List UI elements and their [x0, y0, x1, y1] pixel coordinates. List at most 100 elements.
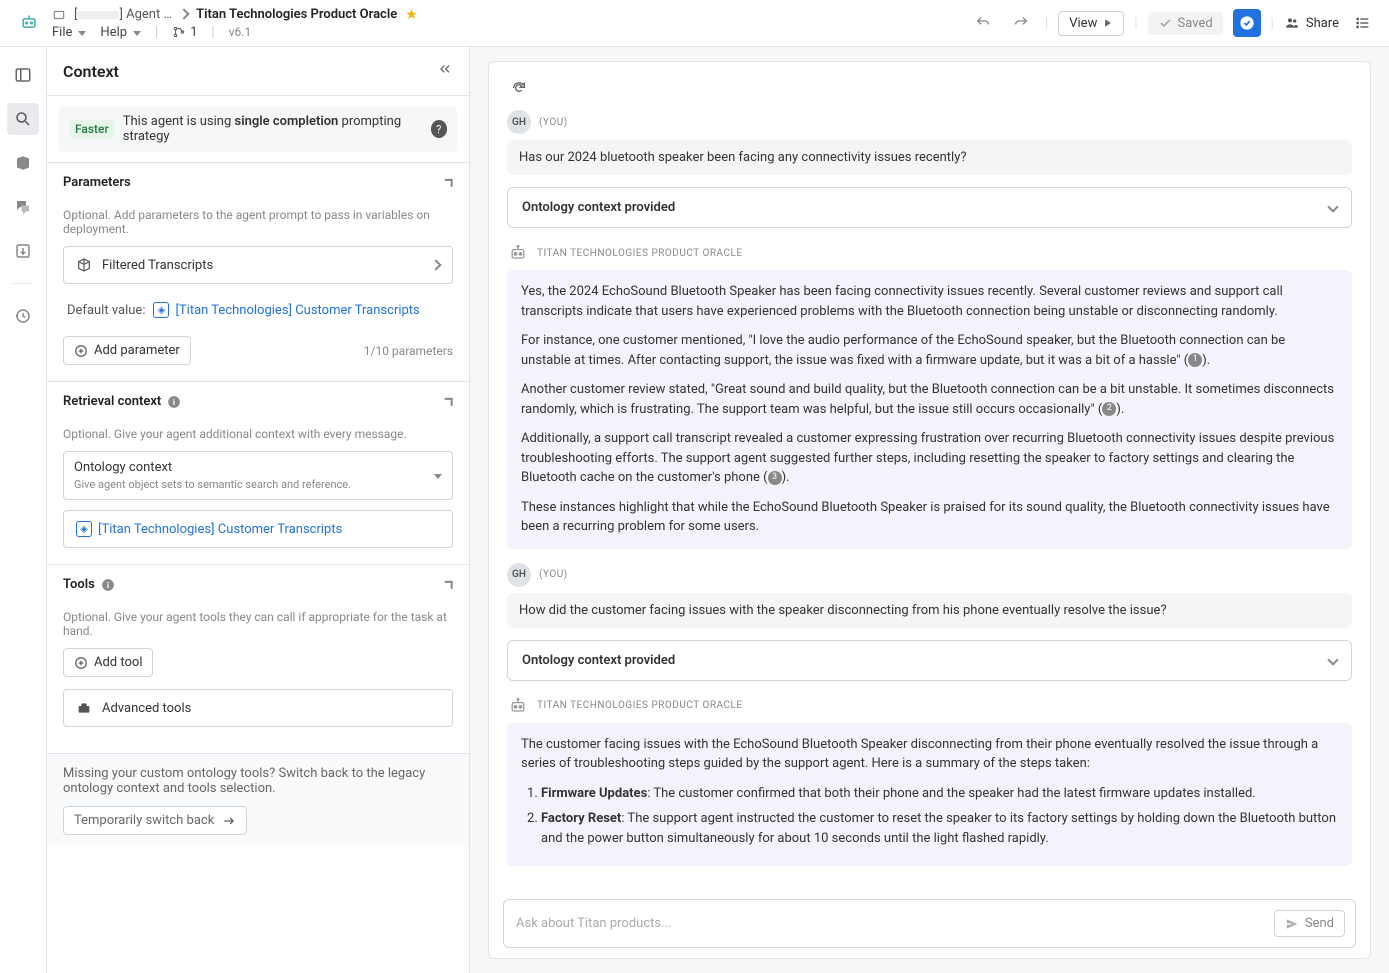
caret-down-icon: [432, 468, 442, 483]
filtered-transcripts-param[interactable]: Filtered Transcripts: [63, 246, 453, 284]
legacy-note: Missing your custom ontology tools? Swit…: [47, 753, 469, 847]
toolbox-icon: [76, 700, 92, 716]
redo-button[interactable]: [1007, 9, 1035, 37]
collapse-panel-button[interactable]: [437, 61, 453, 81]
advanced-tools-card[interactable]: Advanced tools: [63, 689, 453, 727]
undo-icon: [975, 15, 991, 31]
bot-avatar: [507, 242, 529, 264]
file-menu[interactable]: File: [52, 25, 86, 40]
search-icon: [14, 110, 32, 128]
breadcrumb-separator-icon: [180, 7, 188, 22]
list-icon: [1355, 15, 1371, 31]
default-value-row: Default value: ◈ [Titan Technologies] Cu…: [63, 294, 453, 326]
plus-circle-icon: [74, 656, 88, 670]
info-icon: i: [167, 395, 181, 409]
chevron-up-icon: [441, 174, 457, 190]
plus-circle-icon: [74, 344, 88, 358]
citation-2[interactable]: 2: [1102, 402, 1116, 416]
send-icon: [1285, 917, 1299, 931]
bot-avatar: [507, 695, 529, 717]
app-logo-icon: [19, 13, 39, 33]
add-tool-button[interactable]: Add tool: [63, 648, 153, 677]
info-icon: i: [101, 578, 115, 592]
version-label: v6.1: [229, 25, 251, 39]
double-chevron-left-icon: [437, 61, 453, 77]
help-icon[interactable]: ?: [431, 120, 447, 138]
refresh-icon: [511, 80, 527, 96]
export-icon: [14, 242, 32, 260]
bot-message: The customer facing issues with the Echo…: [507, 723, 1352, 867]
breadcrumb-current: Titan Technologies Product Oracle: [196, 7, 397, 22]
publish-button[interactable]: [1233, 9, 1261, 37]
rail-data-icon[interactable]: [7, 147, 39, 179]
send-button[interactable]: Send: [1274, 910, 1345, 937]
chevron-up-icon: [441, 576, 457, 592]
saved-indicator: Saved: [1148, 12, 1223, 35]
retrieval-hint: Optional. Give your agent additional con…: [63, 427, 453, 441]
rail-search-icon[interactable]: [7, 103, 39, 135]
ontology-context-select[interactable]: Ontology context Give agent object sets …: [63, 451, 453, 500]
cube-link-icon: ◈: [76, 521, 92, 537]
bot-message: Yes, the 2024 EchoSound Bluetooth Speake…: [507, 270, 1352, 549]
check-circle-icon: [1239, 15, 1255, 31]
context-title: Context: [63, 62, 119, 81]
star-icon[interactable]: ★: [405, 7, 418, 23]
ontology-context-card[interactable]: Ontology context provided: [507, 640, 1352, 681]
citation-3[interactable]: 3: [768, 471, 782, 485]
chat-input[interactable]: [516, 916, 1264, 931]
user-avatar: GH: [507, 563, 531, 587]
you-label: (YOU): [539, 117, 568, 128]
ontology-reference-card[interactable]: ◈ [Titan Technologies] Customer Transcri…: [63, 510, 453, 548]
you-label: (YOU): [539, 569, 568, 580]
temporarily-switch-back-button[interactable]: Temporarily switch back: [63, 806, 247, 835]
share-button[interactable]: Share: [1284, 15, 1339, 31]
database-icon: [14, 154, 32, 172]
chevron-down-icon: [1329, 653, 1337, 668]
parameters-section-header[interactable]: Parameters: [47, 162, 469, 202]
add-parameter-button[interactable]: Add parameter: [63, 336, 191, 365]
bot-name-label: TITAN TECHNOLOGIES PRODUCT ORACLE: [537, 700, 743, 711]
parameter-count: 1/10 parameters: [364, 344, 453, 358]
history-icon: [14, 307, 32, 325]
user-message: Has our 2024 bluetooth speaker been faci…: [507, 140, 1352, 175]
bot-name-label: TITAN TECHNOLOGIES PRODUCT ORACLE: [537, 248, 743, 259]
layout-icon: [14, 66, 32, 84]
tools-section-header[interactable]: Tools i: [47, 564, 469, 604]
faster-badge: Faster: [69, 120, 115, 138]
chat-icon: [14, 198, 32, 216]
settings-list-button[interactable]: [1349, 9, 1377, 37]
cube-link-icon: ◈: [153, 302, 169, 318]
rail-export-icon[interactable]: [7, 235, 39, 267]
breadcrumb: [] Agent … Titan Technologies Product Or…: [52, 7, 969, 23]
breadcrumb-crumb-1[interactable]: [] Agent …: [74, 7, 172, 22]
chevron-up-icon: [441, 393, 457, 409]
svg-text:i: i: [107, 579, 109, 589]
retrieval-section-header[interactable]: Retrieval context i: [47, 381, 469, 421]
chevron-down-icon: [1329, 200, 1337, 215]
chevron-right-icon: [432, 258, 440, 273]
branch-indicator[interactable]: 1: [172, 25, 197, 40]
rail-panel-icon[interactable]: [7, 59, 39, 91]
branch-icon: [172, 25, 186, 39]
cube-icon: [76, 257, 92, 273]
robot-icon: [508, 696, 528, 716]
prompting-strategy-banner: Faster This agent is using single comple…: [59, 106, 457, 152]
box-icon: [52, 8, 66, 22]
refresh-button[interactable]: [507, 76, 531, 100]
undo-button[interactable]: [969, 9, 997, 37]
citation-1[interactable]: 1: [1188, 353, 1202, 367]
svg-text:i: i: [173, 396, 175, 406]
rail-chat-icon[interactable]: [7, 191, 39, 223]
arrow-right-icon: [222, 814, 236, 828]
parameters-hint: Optional. Add parameters to the agent pr…: [63, 208, 453, 236]
tools-hint: Optional. Give your agent tools they can…: [63, 610, 453, 638]
redo-icon: [1013, 15, 1029, 31]
default-value-link[interactable]: ◈ [Titan Technologies] Customer Transcri…: [153, 302, 419, 318]
user-message: How did the customer facing issues with …: [507, 593, 1352, 628]
view-button[interactable]: View: [1058, 11, 1124, 36]
param-label: Filtered Transcripts: [102, 258, 213, 273]
ontology-context-card[interactable]: Ontology context provided: [507, 187, 1352, 228]
user-avatar: GH: [507, 110, 531, 134]
help-menu[interactable]: Help: [100, 25, 141, 40]
rail-history-icon[interactable]: [7, 300, 39, 332]
